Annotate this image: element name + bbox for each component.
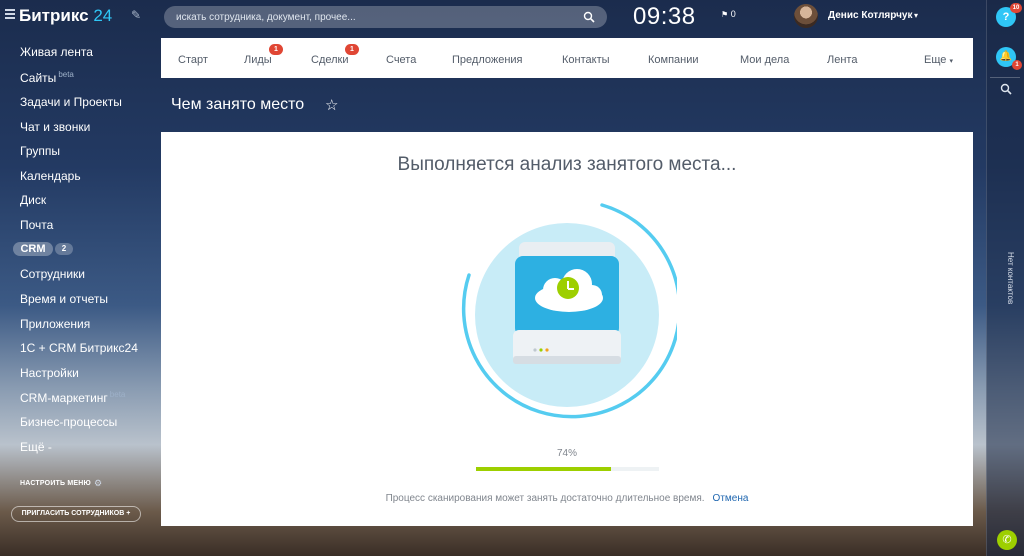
- logo-row: Битрикс 24 ✎: [0, 0, 160, 34]
- progress-percent: 74%: [556, 448, 577, 459]
- search-icon[interactable]: [583, 11, 595, 23]
- help-badge: 10: [1010, 3, 1022, 13]
- gear-icon[interactable]: ⚙: [94, 478, 102, 489]
- user-name[interactable]: Денис Котлярчук: [828, 10, 912, 21]
- sidebar-item-live-feed[interactable]: Живая лента: [20, 45, 93, 59]
- search-box: [164, 6, 607, 28]
- pencil-icon[interactable]: ✎: [131, 8, 141, 22]
- sidebar-item-1c-crm[interactable]: 1С + CRM Битрикс24: [20, 341, 138, 355]
- cancel-link[interactable]: Отмена: [713, 493, 749, 504]
- disk-analysis-panel: Выполняется анализ занятого места... 74%…: [161, 132, 973, 526]
- sidebar-item-chat[interactable]: Чат и звонки: [20, 120, 90, 134]
- sidebar-item-disk[interactable]: Диск: [20, 193, 46, 207]
- logo[interactable]: Битрикс 24: [19, 6, 112, 26]
- sidebar-item-time-reports[interactable]: Время и отчеты: [20, 292, 108, 306]
- progress-bar: [476, 467, 659, 471]
- sidebar-item-settings[interactable]: Настройки: [20, 366, 79, 380]
- beta-badge: beta: [58, 70, 74, 79]
- search-icon[interactable]: [1000, 83, 1012, 95]
- page-title: Чем занято место: [171, 96, 305, 113]
- sidebar-item-employees[interactable]: Сотрудники: [20, 267, 85, 281]
- sidebar-item-apps[interactable]: Приложения: [20, 317, 90, 331]
- tab-start[interactable]: Старт: [178, 54, 208, 66]
- sidebar-item-mail[interactable]: Почта: [20, 218, 53, 232]
- clock[interactable]: 09:38: [633, 3, 696, 31]
- tab-leads[interactable]: Лиды: [244, 54, 272, 66]
- sidebar-item-calendar[interactable]: Календарь: [20, 169, 81, 183]
- notification-badge: 1: [1012, 60, 1022, 70]
- search-input[interactable]: [176, 6, 576, 28]
- progress-fill: [476, 467, 612, 471]
- crm-nav-bar: Старт Лиды 1 Сделки 1 Счета Предложения …: [161, 38, 973, 78]
- chevron-down-icon[interactable]: ▾: [914, 11, 918, 20]
- tab-quotes[interactable]: Предложения: [452, 54, 523, 66]
- sidebar-item-groups[interactable]: Группы: [20, 144, 60, 158]
- chevron-down-icon: ▾: [949, 58, 953, 65]
- tab-deals[interactable]: Сделки: [311, 54, 349, 66]
- flag-icon: ⚑: [721, 10, 729, 19]
- sidebar-item-sites[interactable]: Сайты beta: [20, 70, 74, 85]
- deals-badge: 1: [345, 44, 359, 55]
- beta-badge: beta: [109, 390, 126, 399]
- sidebar-item-crm-marketing[interactable]: CRM-маркетинг beta: [20, 390, 125, 405]
- sidebar-item-tasks[interactable]: Задачи и Проекты: [20, 95, 122, 109]
- invite-employees-button[interactable]: ПРИГЛАСИТЬ СОТРУДНИКОВ +: [11, 506, 141, 522]
- crm-count-badge: 2: [55, 243, 73, 255]
- analysis-title: Выполняется анализ занятого места...: [397, 154, 737, 175]
- star-icon[interactable]: ☆: [325, 96, 338, 114]
- flag-counter[interactable]: ⚑ 0: [721, 9, 736, 19]
- phone-icon[interactable]: ✆: [997, 530, 1017, 550]
- divider: [990, 77, 1020, 78]
- tab-invoices[interactable]: Счета: [386, 54, 416, 66]
- tab-contacts[interactable]: Контакты: [562, 54, 610, 66]
- sidebar-item-crm[interactable]: CRM: [13, 242, 53, 256]
- scan-note-text: Процесс сканирования может занять достат…: [385, 493, 705, 504]
- left-sidebar: Битрикс 24 ✎ Живая лента Сайты beta Задач…: [0, 0, 160, 556]
- tab-companies[interactable]: Компании: [648, 54, 699, 66]
- menu-toggle-icon[interactable]: [5, 9, 15, 19]
- no-contacts-label: Нет контактов: [1006, 252, 1015, 305]
- configure-menu-link[interactable]: НАСТРОИТЬ МЕНЮ: [20, 480, 91, 487]
- scan-note: Процесс сканирования может занять достат…: [161, 493, 973, 504]
- tab-feed[interactable]: Лента: [827, 54, 857, 66]
- disk-scan-illustration: [461, 203, 677, 419]
- sidebar-item-business-processes[interactable]: Бизнес-процессы: [20, 415, 117, 429]
- tab-more[interactable]: Еще ▾: [924, 54, 953, 66]
- sidebar-item-more[interactable]: Ещё -: [20, 440, 52, 454]
- tab-my-activities[interactable]: Мои дела: [740, 54, 789, 66]
- avatar[interactable]: [794, 4, 818, 28]
- leads-badge: 1: [269, 44, 283, 55]
